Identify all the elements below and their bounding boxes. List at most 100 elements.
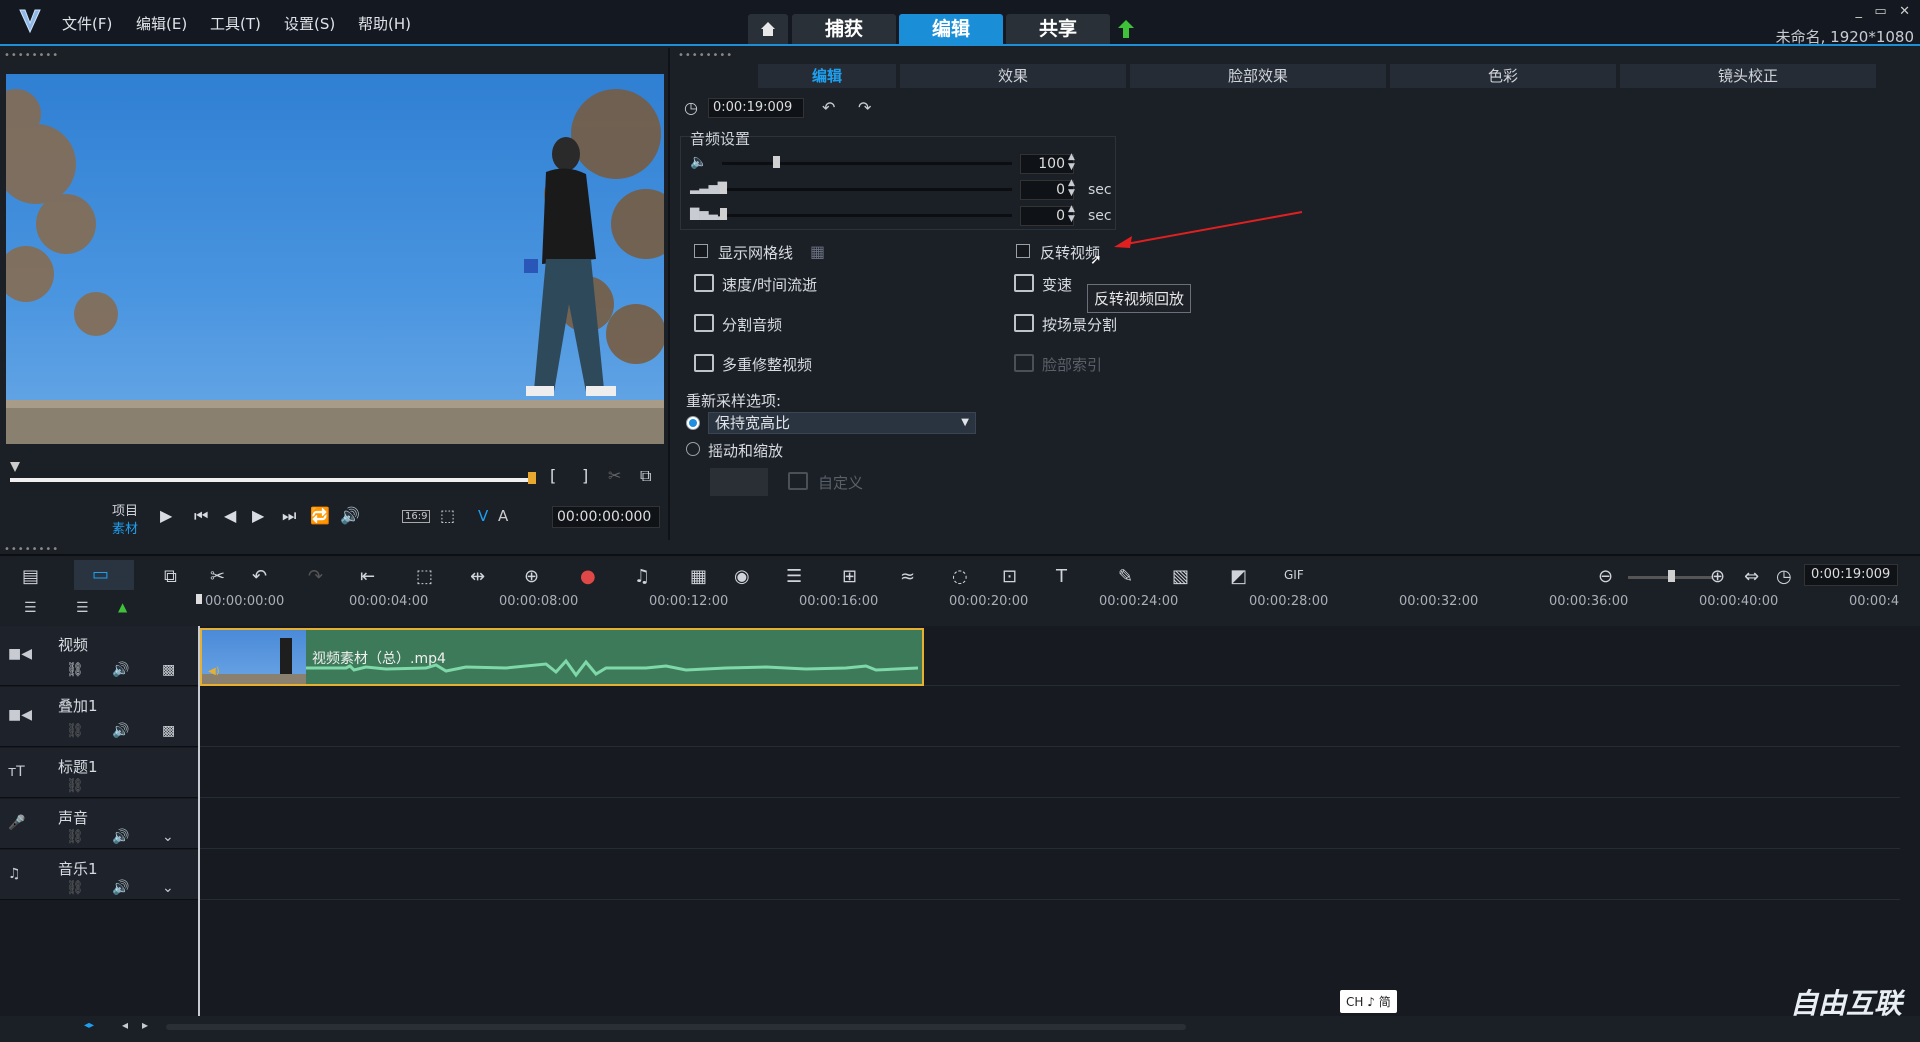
blend-icon[interactable]: ▧ — [1172, 566, 1189, 587]
crop-icon[interactable]: ⬚ — [416, 566, 433, 587]
zoom-in-icon[interactable]: ⊕ — [1710, 566, 1725, 587]
clip-mode-label[interactable]: 素材 — [112, 518, 138, 537]
scroll-left-icon[interactable]: ◂ — [122, 1018, 128, 1032]
display-mode-icon[interactable]: ⬚ — [440, 506, 455, 525]
resample-dropdown[interactable]: 保持宽高比 ▼ — [708, 412, 976, 434]
track-row-voice[interactable] — [200, 799, 1900, 849]
minimize-icon[interactable]: _ — [1855, 4, 1862, 19]
audio-wave-icon[interactable]: ♫ — [634, 566, 650, 587]
go-start-icon[interactable]: ⏮ — [194, 506, 208, 526]
volume-spinner-icon[interactable]: ▲ ▼ — [1068, 152, 1075, 172]
mute-icon[interactable]: 🔊 — [112, 723, 129, 739]
tab-edit-options[interactable]: 编辑 — [758, 64, 898, 88]
track-header-title1[interactable]: ᴛT 标题1 ⛓ — [0, 748, 198, 798]
ime-indicator[interactable]: CH ♪ 简 — [1340, 990, 1397, 1013]
scene-split-button[interactable]: 按场景分割 — [1042, 314, 1117, 335]
tab-effects[interactable]: 效果 — [900, 64, 1128, 88]
volume-slider[interactable] — [722, 162, 1012, 165]
panel-grip[interactable]: •••••••• — [4, 544, 59, 555]
timeline-view-button[interactable]: ▭ — [74, 560, 134, 590]
tab-face-effects[interactable]: 脸部效果 — [1130, 64, 1388, 88]
split-audio-button[interactable]: 分割音频 — [722, 314, 782, 335]
zoom-slider-thumb[interactable] — [1668, 570, 1675, 582]
preview-timecode[interactable]: 00:00:00:000 — [552, 506, 660, 528]
copy-icon[interactable]: ⧉ — [164, 566, 177, 587]
menu-tools[interactable]: 工具(T) — [210, 13, 261, 34]
video-clip[interactable]: ◀) 视频素材（总）.mp4 — [200, 628, 924, 686]
audio-toggle[interactable]: A — [498, 507, 508, 525]
multi-trim-button[interactable]: 多重修整视频 — [722, 354, 812, 375]
scroll-right-icon[interactable]: ▸ — [142, 1018, 148, 1032]
link-icon[interactable]: ⛓ — [66, 662, 84, 678]
panel-grip[interactable]: •••••••• — [678, 50, 733, 61]
menu-settings[interactable]: 设置(S) — [284, 13, 335, 34]
storyboard-view-icon[interactable]: ▤ — [22, 566, 39, 587]
track-row-title1[interactable] — [200, 748, 1900, 798]
redo-icon[interactable]: ↷ — [308, 566, 323, 587]
show-grid-checkbox[interactable] — [694, 244, 708, 258]
menu-file[interactable]: 文件(F) — [62, 13, 112, 34]
sort-icon[interactable]: ☰ — [76, 600, 89, 616]
restore-icon[interactable]: ▭ — [1874, 4, 1886, 19]
play-button[interactable]: ▶ — [160, 506, 172, 525]
pan-zoom-label[interactable]: 摇动和缩放 — [708, 440, 783, 461]
track-row-overlay1[interactable] — [200, 687, 1900, 747]
chevron-down-icon[interactable]: ⌄ — [162, 880, 174, 896]
window-controls[interactable]: _ ▭ ✕ — [1855, 4, 1910, 19]
tracking-icon[interactable]: ⊡ — [1002, 566, 1017, 587]
tools-icon[interactable]: ✂ — [210, 566, 225, 587]
fade-in-input[interactable]: 0 — [1020, 180, 1074, 200]
split-icon[interactable]: ⇹ — [470, 566, 485, 587]
tab-color[interactable]: 色彩 — [1390, 64, 1618, 88]
chevron-down-icon[interactable]: ⌄ — [162, 829, 174, 845]
speed-icon[interactable]: ≈ — [900, 566, 915, 587]
lens-icon[interactable]: ◩ — [1230, 566, 1247, 587]
keep-aspect-radio[interactable] — [686, 416, 700, 430]
fade-out-spinner-icon[interactable]: ▲ ▼ — [1068, 204, 1075, 224]
rotate-left-icon[interactable]: ↶ — [822, 98, 835, 117]
video-toggle[interactable]: V — [478, 507, 488, 525]
stabilize-icon[interactable]: ◌ — [952, 566, 968, 587]
close-icon[interactable]: ✕ — [1899, 4, 1910, 19]
link-icon[interactable]: ⛓ — [66, 829, 84, 845]
tab-share[interactable]: 共享 — [1006, 14, 1110, 44]
link-icon[interactable]: ⛓ — [66, 778, 84, 794]
mute-icon[interactable]: 🔊 — [112, 662, 129, 678]
tab-capture[interactable]: 捕获 — [792, 14, 896, 44]
mark-in-button[interactable]: [ — [550, 466, 556, 485]
tab-lens-correction[interactable]: 镜头校正 — [1620, 64, 1878, 88]
repeat-icon[interactable]: 🔁 — [310, 506, 330, 525]
duration-field[interactable]: 0:00:19:009 — [708, 98, 804, 118]
variable-speed-button[interactable]: 变速 — [1042, 274, 1072, 295]
speed-time-button[interactable]: 速度/时间流逝 — [722, 274, 817, 295]
rotate-right-icon[interactable]: ↷ — [858, 98, 871, 117]
link-icon[interactable]: ⛓ — [66, 723, 84, 739]
fade-out-slider[interactable] — [722, 214, 1012, 217]
motion-icon[interactable]: ⊕ — [524, 566, 539, 587]
mask-icon[interactable]: ◉ — [734, 566, 750, 587]
pan-zoom-radio[interactable] — [686, 442, 700, 456]
tab-edit[interactable]: 编辑 — [899, 14, 1003, 44]
scrub-bar[interactable] — [10, 478, 534, 482]
grid-settings-icon[interactable]: ▦ — [810, 242, 825, 261]
copy-frame-icon[interactable]: ⧉ — [640, 466, 651, 486]
horizontal-scrollbar[interactable] — [166, 1024, 1186, 1030]
project-mode-label[interactable]: 项目 — [112, 500, 138, 519]
track-header-overlay1[interactable]: ■◀ 叠加1 ⛓ 🔊 ▩ — [0, 687, 198, 747]
track-header-video[interactable]: ■◀ 视频 ⛓ 🔊 ▩ — [0, 626, 198, 686]
subtitle-icon[interactable]: ☰ — [786, 566, 802, 587]
mark-out-button[interactable]: ] — [582, 466, 588, 485]
project-duration-field[interactable]: 0:00:19:009 — [1804, 564, 1898, 586]
go-end-icon[interactable]: ⏭ — [282, 506, 296, 526]
show-grid-label[interactable]: 显示网格线 — [718, 242, 793, 263]
reverse-video-checkbox[interactable] — [1016, 244, 1030, 258]
trim-out-marker[interactable] — [528, 472, 536, 484]
undo-icon[interactable]: ↶ — [252, 566, 267, 587]
mute-icon[interactable]: 🔊 — [112, 829, 129, 845]
fade-out-input[interactable]: 0 — [1020, 206, 1074, 226]
next-frame-icon[interactable]: ▶ — [252, 506, 264, 525]
scissors-icon[interactable]: ✂ — [608, 466, 621, 485]
track-manager-icon[interactable]: ☰ — [24, 600, 37, 616]
fade-in-slider[interactable] — [722, 188, 1012, 191]
color-icon[interactable]: ● — [580, 566, 596, 587]
